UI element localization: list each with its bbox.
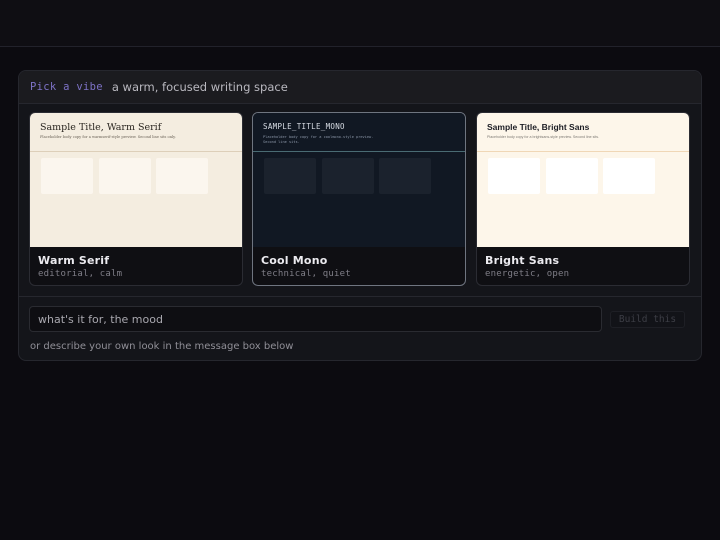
preview-title: SAMPLE_TITLE_MONO	[263, 122, 345, 131]
card-footer: Cool Mono technical, quiet	[253, 247, 465, 285]
vibe-card-cool-mono[interactable]: SAMPLE_TITLE_MONO Placeholder body copy …	[252, 112, 466, 286]
vibe-tags: energetic, open	[485, 269, 570, 279]
vibe-preview: Sample Title, Bright Sans Placeholder bo…	[477, 113, 689, 247]
panel-divider	[19, 296, 701, 297]
preview-title: Sample Title, Warm Serif	[40, 122, 162, 133]
preview-body: Placeholder body copy for a warmserif-st…	[40, 135, 176, 139]
mood-input[interactable]	[29, 306, 602, 332]
preview-title: Sample Title, Bright Sans	[487, 122, 590, 132]
vibe-name: Bright Sans	[485, 254, 560, 267]
vibe-tags: editorial, calm	[38, 269, 123, 279]
vibe-card-bright-sans[interactable]: Sample Title, Bright Sans Placeholder bo…	[476, 112, 690, 286]
preview-tile	[264, 158, 316, 194]
preview-divider	[253, 151, 465, 152]
preview-divider	[30, 151, 242, 152]
vibe-picker-panel: Pick a vibe a warm, focused writing spac…	[18, 70, 702, 361]
preview-divider	[477, 151, 689, 152]
hint-text: or describe your own look in the message…	[30, 341, 294, 352]
preview-tile	[546, 158, 598, 194]
vibe-name: Warm Serif	[38, 254, 110, 267]
preview-tile	[488, 158, 540, 194]
build-button[interactable]: Build this	[610, 311, 685, 328]
preview-tile	[379, 158, 431, 194]
vibe-preview: SAMPLE_TITLE_MONO Placeholder body copy …	[253, 113, 465, 247]
preview-body: Placeholder body copy for a brightsans-s…	[487, 135, 600, 139]
vibe-name: Cool Mono	[261, 254, 328, 267]
vibe-card-list: Sample Title, Warm Serif Placeholder bod…	[29, 112, 691, 286]
preview-body: Placeholder body copy for a coolmono-sty…	[263, 135, 374, 144]
card-footer: Bright Sans energetic, open	[477, 247, 689, 285]
preview-tile	[99, 158, 151, 194]
preview-tile	[603, 158, 655, 194]
panel-kicker: Pick a vibe	[30, 81, 103, 93]
card-footer: Warm Serif editorial, calm	[30, 247, 242, 285]
top-bar	[0, 0, 720, 47]
preview-tile	[156, 158, 208, 194]
vibe-card-warm-serif[interactable]: Sample Title, Warm Serif Placeholder bod…	[29, 112, 243, 286]
panel-header: Pick a vibe a warm, focused writing spac…	[19, 71, 701, 104]
panel-headline: a warm, focused writing space	[111, 80, 288, 94]
vibe-tags: technical, quiet	[261, 269, 351, 279]
preview-tile	[41, 158, 93, 194]
preview-tile	[322, 158, 374, 194]
vibe-preview: Sample Title, Warm Serif Placeholder bod…	[30, 113, 242, 247]
